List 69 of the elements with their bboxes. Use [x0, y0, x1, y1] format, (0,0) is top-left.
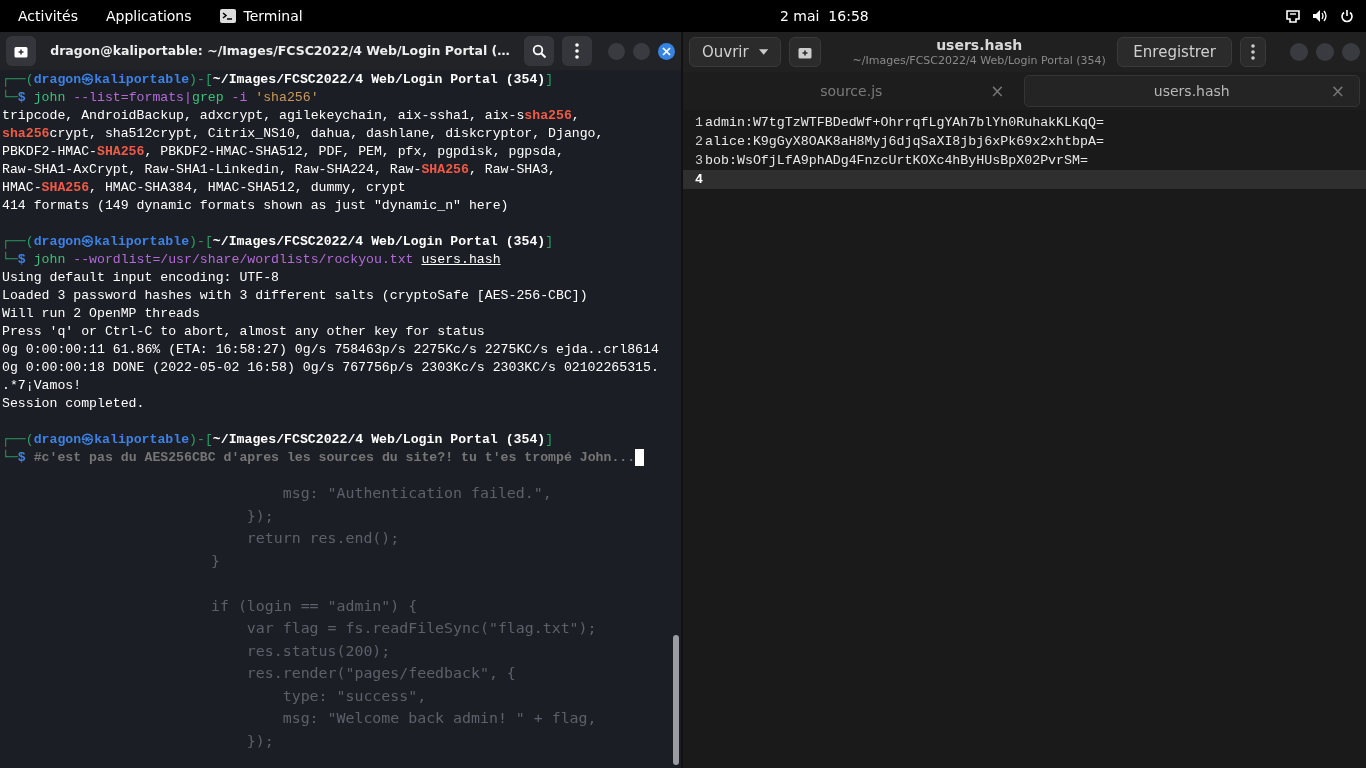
- command-line: └─$ john --wordlist=/usr/share/wordlists/rockyou.txt users.hash: [2, 251, 501, 269]
- output-line: Will run 2 OpenMP threads: [2, 305, 200, 323]
- document-title: users.hash: [936, 36, 1023, 54]
- scrollbar[interactable]: [673, 635, 679, 765]
- tab-close-button[interactable]: ×: [1328, 81, 1347, 101]
- code-line: var flag = fs.readFileSync("flag.txt");: [245, 618, 597, 639]
- search-icon: [531, 43, 547, 59]
- menu-button[interactable]: [562, 36, 592, 66]
- output-line: PBKDF2-HMAC-SHA256, PBKDF2-HMAC-SHA512, PDF, PEM, pfx, pgpdisk, pgpsda,: [2, 143, 564, 161]
- new-tab-icon: [14, 44, 28, 58]
- new-document-button[interactable]: [789, 37, 821, 67]
- terminal-icon: [219, 9, 236, 23]
- code-text: bob:WsOfjLfA9phADg4FnzcUrtKOXc4hByHUsBpX02PvrSM=: [705, 152, 1088, 170]
- code-line: msg: "Welcome back admin! " + flag,: [281, 708, 597, 729]
- code-line: type: "success",: [281, 685, 427, 707]
- line-number: 2: [694, 133, 704, 151]
- output-line: .*7¡Vamos!: [2, 377, 82, 395]
- code-text: admin:W7tgTzWTFBDedWf+OhrrqfLgYAh7blYh0RuhakKLKqQ=: [705, 114, 1104, 132]
- menu-button[interactable]: [1240, 37, 1266, 67]
- tab[interactable]: users.hash ×: [1023, 75, 1360, 107]
- close-button[interactable]: [658, 42, 675, 60]
- output-line: Session completed.: [2, 395, 145, 413]
- code-line: if (login == "admin") {: [211, 595, 418, 617]
- output-line: Using default input encoding: UTF-8: [2, 269, 279, 287]
- tab[interactable]: source.js ×: [683, 75, 1020, 107]
- output-line: HMAC-SHA256, HMAC-SHA384, HMAC-SHA512, dummy, crypt: [2, 179, 406, 197]
- output-line: Loaded 3 password hashes with 3 different salts (cryptoSafe [AES-256-CBC]): [2, 287, 588, 305]
- open-button[interactable]: Ouvrir: [689, 37, 781, 67]
- line-number: 4: [694, 171, 704, 189]
- new-document-icon: [798, 45, 812, 59]
- code-line: });: [245, 505, 274, 527]
- line-number: 1: [694, 114, 704, 132]
- output-line: 414 formats (149 dynamic formats shown as just "dynamic_n" here): [2, 197, 509, 215]
- activities-button[interactable]: Activités: [18, 5, 78, 27]
- network-icon[interactable]: [1286, 9, 1300, 23]
- caret-icon: [758, 49, 768, 55]
- command-line: └─$ john --list=formats|grep -i 'sha256': [2, 89, 319, 107]
- output-line: Raw-SHA1-AxCrypt, Raw-SHA1-Linkedin, Raw-SHA224, Raw-SHA256, Raw-SHA3,: [2, 161, 556, 179]
- command-line: └─$ #c'est pas du AES256CBC d'apres les sources du site?! tu t'es trompé John...: [2, 449, 636, 467]
- menu-icon: [575, 43, 579, 59]
- code-line: res.status(200);: [245, 640, 391, 662]
- code-line: msg: "Authentication failed.",: [281, 483, 552, 504]
- prompt-line: ┌──(dragon㉿kaliportable)-[~/Images/FCSC2022/4 Web/Login Portal (354)]: [2, 233, 554, 251]
- code-line: }: [211, 550, 220, 572]
- output-line: sha256crypt, sha512crypt, Citrix_NS10, dahua, dashlane, diskcryptor, Django,: [2, 125, 604, 143]
- search-button[interactable]: [524, 36, 554, 66]
- close-icon: [662, 46, 671, 56]
- menu-icon: [1251, 44, 1255, 60]
- line-number: 3: [694, 152, 704, 170]
- clock[interactable]: 2 mai 16:58: [720, 5, 869, 27]
- power-icon[interactable]: [1340, 9, 1354, 23]
- new-tab-button[interactable]: [6, 36, 36, 66]
- save-button[interactable]: Enregistrer: [1117, 37, 1232, 67]
- code-line: return res.end();: [245, 528, 400, 549]
- output-line: tripcode, AndroidBackup, adxcrypt, agilekeychain, aix-ssha1, aix-ssha256,: [2, 107, 580, 125]
- window-title: dragon@kaliportable: ~/Images/FCSC2022/4 Web/Login Portal (…: [49, 41, 511, 60]
- prompt-line: ┌──(dragon㉿kaliportable)-[~/Images/FCSC2022/4 Web/Login Portal (354)]: [2, 431, 554, 449]
- prompt-line: ┌──(dragon㉿kaliportable)-[~/Images/FCSC2022/4 Web/Login Portal (354)]: [2, 71, 554, 89]
- code-line: res.render("pages/feedback", {: [245, 663, 516, 684]
- applications-menu[interactable]: Applications: [106, 5, 192, 27]
- app-name[interactable]: Terminal: [243, 5, 303, 27]
- output-line: Press 'q' or Ctrl-C to abort, almost any other key for status: [2, 323, 485, 341]
- code-text: alice:K9gGyX8OAK8aH8Myj6djqSaXI8jbj6xPk69x2xhtbpA=: [705, 133, 1104, 151]
- output-line: 0g 0:00:00:11 61.86% (ETA: 16:58:27) 0g/s 758463p/s 2275Kc/s 2275KC/s ejda..crl8614: [2, 341, 659, 359]
- document-path: ~/Images/FCSC2022/4 Web/Login Portal (354): [852, 53, 1106, 68]
- code-line: });: [245, 730, 274, 752]
- tab-close-button[interactable]: ×: [988, 81, 1007, 101]
- output-line: 0g 0:00:00:18 DONE (2022-05-02 16:58) 0g/s 767756p/s 2303Kc/s 2303KC/s 02102265315.: [2, 359, 659, 377]
- volume-icon[interactable]: [1312, 9, 1328, 23]
